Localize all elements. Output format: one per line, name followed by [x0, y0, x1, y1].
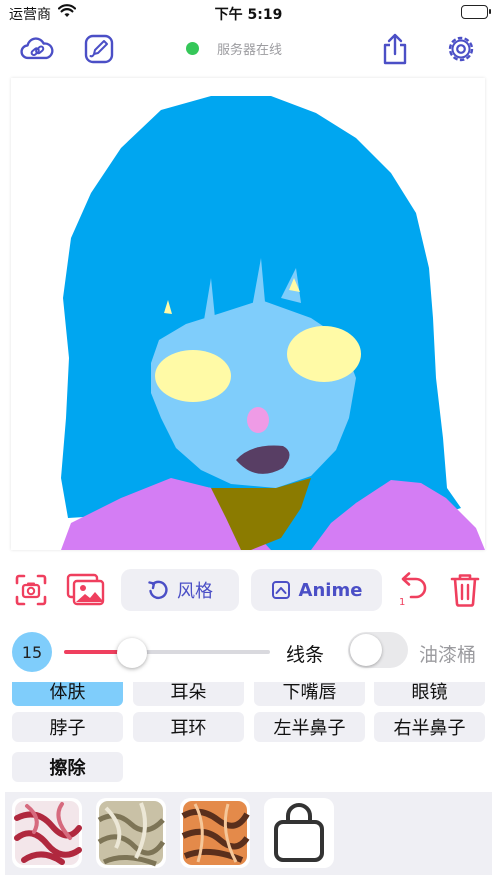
red-texture[interactable] [12, 798, 82, 868]
trash-icon[interactable] [445, 570, 485, 610]
settings-gear-icon[interactable] [444, 32, 478, 66]
slider-track-empty [132, 650, 270, 654]
server-online-dot [186, 42, 199, 55]
action-row: 风格 Anime 1 [0, 564, 497, 616]
left-eye-region [155, 350, 231, 402]
right-eye-region [287, 326, 361, 382]
brush-row: 15 线条 油漆桶 [0, 630, 497, 674]
chip-neck[interactable]: 脖子 [12, 712, 123, 742]
chip-erase[interactable]: 擦除 [12, 752, 123, 782]
anime-button-label: Anime [298, 579, 363, 601]
undo-icon[interactable]: 1 [393, 570, 433, 610]
brush-size-slider[interactable] [64, 638, 270, 668]
drawing-canvas[interactable] [11, 78, 485, 550]
battery-icon [461, 5, 491, 19]
part-chip-grid: 体肤 耳朵 下嘴唇 眼镜 脖子 耳环 左半鼻子 右半鼻子 擦除 [0, 682, 497, 784]
shop-bag-icon[interactable] [264, 798, 334, 868]
chip-right-nose[interactable]: 右半鼻子 [374, 712, 485, 742]
top-toolbar: 服务器在线 [0, 26, 497, 72]
cloud-link-icon[interactable] [20, 32, 54, 66]
style-button[interactable]: 风格 [121, 569, 239, 611]
clock: 下午 5:19 [214, 7, 283, 23]
server-status: 服务器在线 [186, 39, 282, 58]
toggle-knob [350, 634, 382, 666]
rotate-icon [148, 580, 168, 600]
metal-texture[interactable] [96, 798, 166, 868]
server-status-text: 服务器在线 [217, 43, 283, 58]
camera-capture-icon[interactable] [11, 570, 51, 610]
anime-button[interactable]: Anime [251, 569, 382, 611]
texture-strip [5, 792, 492, 875]
share-icon[interactable] [378, 32, 412, 66]
orange-texture[interactable] [180, 798, 250, 868]
brush-size-badge: 15 [12, 632, 52, 672]
line-mode-label: 线条 [286, 644, 325, 666]
chip-glasses[interactable]: 眼镜 [374, 682, 485, 706]
nose-region [247, 407, 269, 433]
chip-earrings[interactable]: 耳环 [133, 712, 244, 742]
chip-left-nose[interactable]: 左半鼻子 [254, 712, 365, 742]
slider-thumb[interactable] [117, 638, 147, 668]
chip-ears[interactable]: 耳朵 [133, 682, 244, 706]
chip-skin[interactable]: 体肤 [12, 682, 123, 706]
paint-bucket-toggle[interactable] [348, 632, 408, 668]
status-bar: 运营商 下午 5:19 [0, 0, 497, 26]
edit-icon[interactable] [82, 32, 116, 66]
paint-bucket-label: 油漆桶 [419, 644, 477, 666]
photo-library-icon[interactable] [66, 570, 106, 610]
undo-count: 1 [399, 597, 406, 608]
style-button-label: 风格 [177, 581, 213, 602]
image-frame-icon [271, 581, 290, 599]
chip-lower-lip[interactable]: 下嘴唇 [254, 682, 365, 706]
